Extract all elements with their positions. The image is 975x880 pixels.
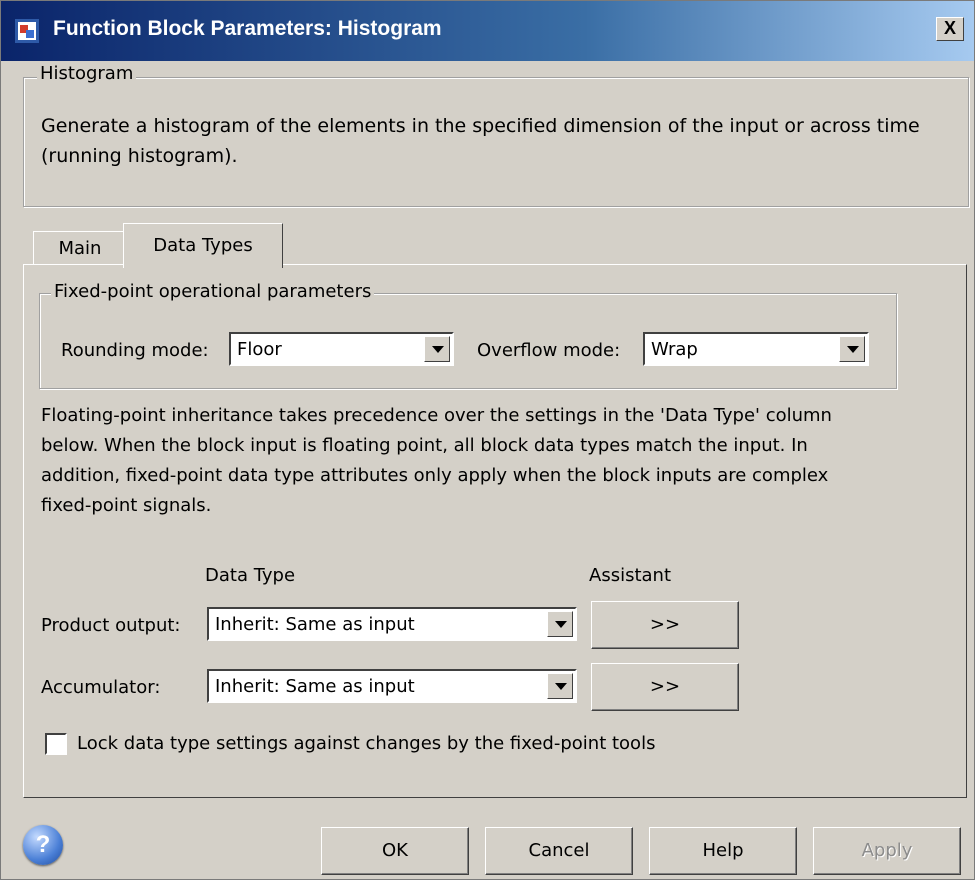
apply-button[interactable]: Apply	[813, 827, 961, 875]
rounding-mode-select[interactable]: Floor	[229, 332, 454, 366]
help-button-label: Help	[702, 840, 744, 861]
assistant-button-label: >>	[649, 676, 681, 697]
simulink-block-icon	[15, 19, 39, 43]
overflow-mode-value: Wrap	[651, 339, 698, 360]
overflow-mode-select[interactable]: Wrap	[643, 332, 869, 366]
title-bar[interactable]: Function Block Parameters: Histogram X	[1, 1, 974, 61]
tab-main[interactable]: Main	[33, 231, 126, 265]
product-output-select[interactable]: Inherit: Same as input	[207, 607, 577, 641]
close-button[interactable]: X	[936, 17, 964, 41]
description-line: (running histogram).	[41, 145, 238, 167]
lock-data-type-label[interactable]: Lock data type settings against changes …	[77, 733, 655, 754]
ok-button-label: OK	[382, 840, 408, 861]
note-line: Floating-point inheritance takes precede…	[41, 405, 832, 426]
accumulator-assistant-button[interactable]: >>	[591, 663, 739, 711]
note-line: below. When the block input is floating …	[41, 435, 808, 456]
product-output-label: Product output:	[41, 615, 181, 636]
note-line: addition, fixed-point data type attribut…	[41, 465, 829, 486]
inheritance-note: Floating-point inheritance takes precede…	[41, 401, 832, 521]
chevron-down-icon[interactable]	[547, 673, 573, 699]
product-output-assistant-button[interactable]: >>	[591, 601, 739, 649]
lock-data-type-checkbox[interactable]	[45, 733, 67, 755]
dialog-window: Function Block Parameters: Histogram X H…	[0, 0, 975, 880]
assistant-column-header: Assistant	[589, 565, 672, 586]
accumulator-label: Accumulator:	[41, 677, 161, 698]
fixed-point-group-legend: Fixed-point operational parameters	[51, 281, 375, 302]
chevron-down-icon[interactable]	[547, 611, 573, 637]
chevron-down-icon[interactable]	[424, 336, 450, 362]
product-output-value: Inherit: Same as input	[215, 614, 415, 635]
cancel-button-label: Cancel	[528, 840, 590, 861]
note-line: fixed-point signals.	[41, 495, 212, 516]
description-line: Generate a histogram of the elements in …	[41, 115, 920, 137]
tab-data-types[interactable]: Data Types	[123, 223, 283, 268]
block-description: Generate a histogram of the elements in …	[41, 111, 920, 171]
chevron-down-icon[interactable]	[839, 336, 865, 362]
help-question-icon[interactable]: ?	[23, 825, 63, 865]
tab-data-types-label: Data Types	[153, 235, 253, 256]
rounding-mode-label: Rounding mode:	[61, 340, 209, 361]
ok-button[interactable]: OK	[321, 827, 469, 875]
rounding-mode-value: Floor	[237, 339, 282, 360]
accumulator-select[interactable]: Inherit: Same as input	[207, 669, 577, 703]
overflow-mode-label: Overflow mode:	[477, 340, 621, 361]
data-type-column-header: Data Type	[205, 565, 296, 586]
tab-main-label: Main	[58, 238, 102, 259]
assistant-button-label: >>	[649, 614, 681, 635]
accumulator-value: Inherit: Same as input	[215, 676, 415, 697]
help-button[interactable]: Help	[649, 827, 797, 875]
close-icon: X	[943, 18, 956, 38]
description-group-legend: Histogram	[37, 63, 137, 84]
cancel-button[interactable]: Cancel	[485, 827, 633, 875]
help-question-glyph: ?	[35, 831, 51, 858]
apply-button-label: Apply	[861, 840, 913, 861]
window-title: Function Block Parameters: Histogram	[53, 17, 442, 40]
